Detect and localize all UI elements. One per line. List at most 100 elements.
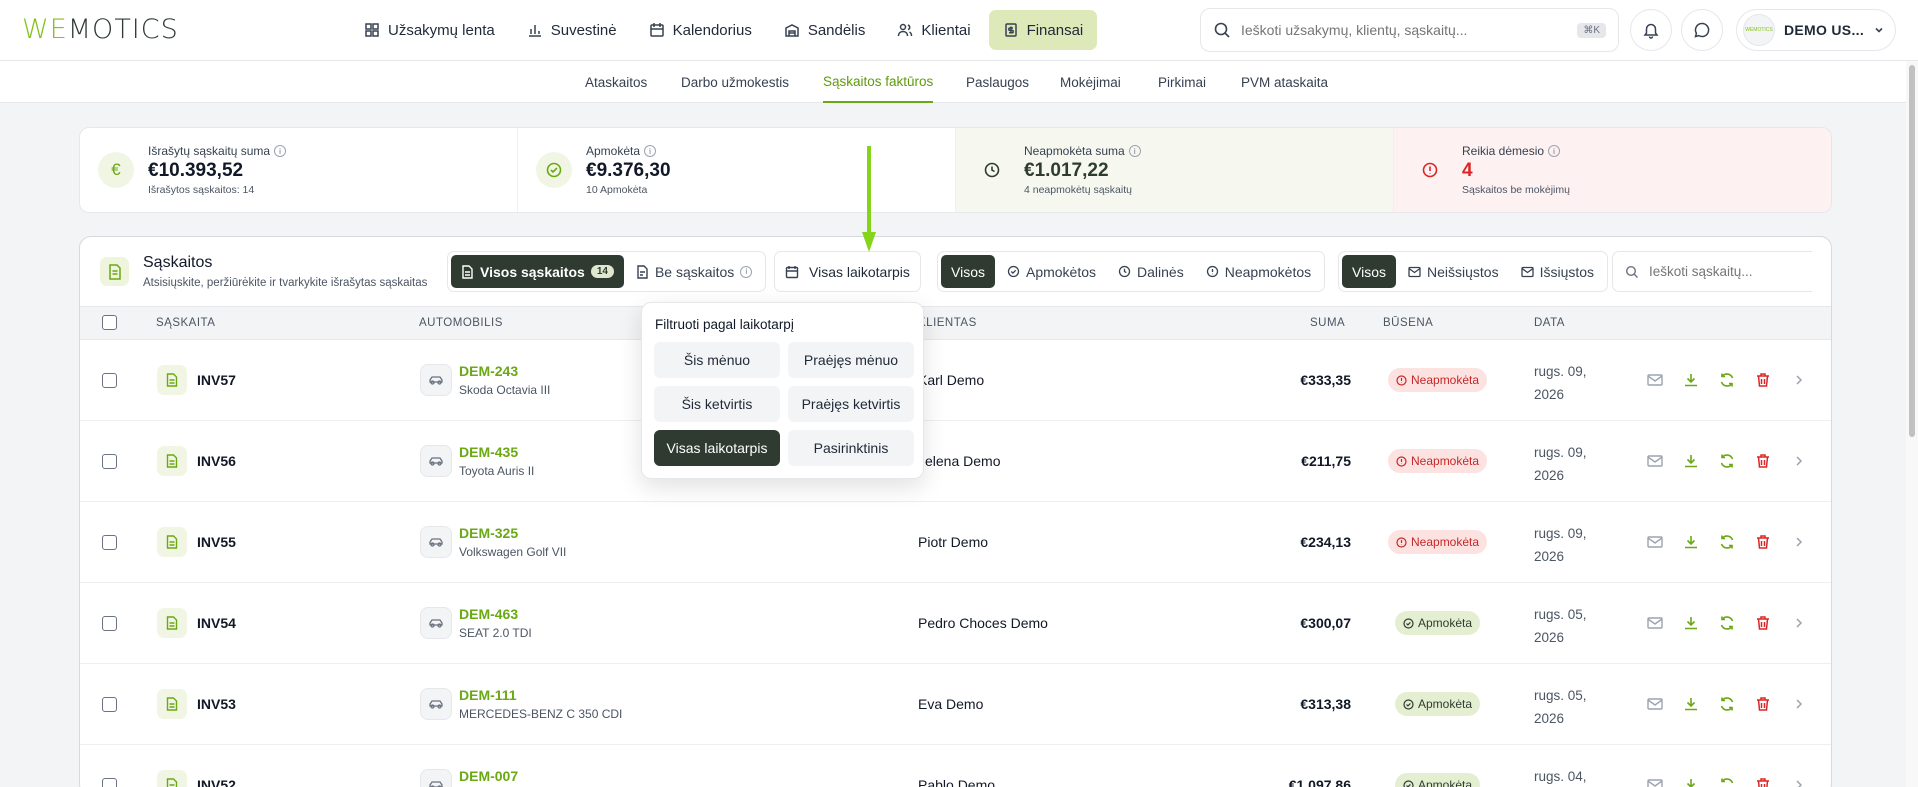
refresh-icon[interactable] [1718,533,1736,551]
invoice-number[interactable]: INV56 [197,453,236,469]
app-logo[interactable]: WEMOTICS [22,14,179,45]
global-search-input[interactable] [1241,22,1568,38]
chevron-right-icon[interactable] [1790,533,1808,551]
column-header[interactable]: KLIENTAS [918,317,977,329]
send-email-icon[interactable] [1646,533,1664,551]
send-email-icon[interactable] [1646,452,1664,470]
info-icon[interactable]: i [740,265,753,278]
download-icon[interactable] [1682,371,1700,389]
row-checkbox[interactable] [102,697,117,712]
download-icon[interactable] [1682,776,1700,787]
row-checkbox[interactable] [102,778,117,787]
trash-icon[interactable] [1754,452,1772,470]
chevron-right-icon[interactable] [1790,452,1808,470]
refresh-icon[interactable] [1718,776,1736,787]
refresh-icon[interactable] [1718,614,1736,632]
period-option-this-quarter[interactable]: Šis ketvirtis [654,386,780,422]
refresh-icon[interactable] [1718,371,1736,389]
nav-item-warehouse[interactable]: Sandėlis [770,10,880,50]
trash-icon[interactable] [1754,371,1772,389]
invoice-number[interactable]: INV54 [197,615,236,631]
select-all-checkbox[interactable] [102,315,117,330]
vehicle-plate[interactable]: DEM-435 [459,444,518,460]
table-row[interactable]: INV52 DEM-007 Pablo Demo €1.097,86 Apmok… [80,745,1831,787]
tab-payroll[interactable]: Darbo užmokestis [681,61,789,103]
invoice-number[interactable]: INV53 [197,696,236,712]
row-checkbox[interactable] [102,616,117,631]
period-option-last-quarter[interactable]: Praėjęs ketvirtis [788,386,914,422]
period-option-custom[interactable]: Pasirinktinis [788,430,914,466]
table-row[interactable]: INV57 DEM-243 Skoda Octavia III Karl Dem… [80,340,1831,421]
nav-item-clients[interactable]: Klientai [883,10,984,50]
client-name[interactable]: Eva Demo [918,696,983,712]
chevron-right-icon[interactable] [1790,776,1808,787]
trash-icon[interactable] [1754,695,1772,713]
send-filter-all[interactable]: Visos [1342,255,1396,288]
global-search[interactable]: ⌘K [1200,8,1619,52]
vehicle-plate[interactable]: DEM-111 [459,687,517,703]
vehicle-plate[interactable]: DEM-325 [459,525,518,541]
nav-item-summary[interactable]: Suvestinė [513,10,631,50]
client-name[interactable]: Karl Demo [918,372,984,388]
download-icon[interactable] [1682,614,1700,632]
payment-filter-paid[interactable]: Apmokėtos [997,255,1106,288]
invoice-number[interactable]: INV52 [197,777,236,787]
messages-button[interactable] [1681,9,1723,51]
send-filter-unsent[interactable]: Neišsiųstos [1398,255,1509,288]
period-option-all-time[interactable]: Visas laikotarpis [654,430,780,466]
send-email-icon[interactable] [1646,371,1664,389]
send-filter-sent[interactable]: Išsiųstos [1511,255,1604,288]
trash-icon[interactable] [1754,533,1772,551]
table-row[interactable]: INV53 DEM-111 MERCEDES-BENZ C 350 CDI Ev… [80,664,1831,745]
row-checkbox[interactable] [102,535,117,550]
nav-item-calendar[interactable]: Kalendorius [635,10,766,50]
payment-filter-partial[interactable]: Dalinės [1108,255,1194,288]
page-scrollbar[interactable] [1906,61,1918,787]
chevron-right-icon[interactable] [1790,371,1808,389]
column-header[interactable]: DATA [1534,317,1565,329]
period-filter-button[interactable]: Visas laikotarpis [774,251,921,292]
client-name[interactable]: Piotr Demo [918,534,988,550]
info-icon[interactable]: i [1128,145,1141,157]
tab-payments[interactable]: Mokėjimai [1060,61,1121,103]
filter-no-invoice[interactable]: Be sąskaitos i [626,255,762,288]
tab-purchases[interactable]: Pirkimai [1158,61,1206,103]
row-checkbox[interactable] [102,373,117,388]
tab-services[interactable]: Paslaugos [966,61,1029,103]
row-checkbox[interactable] [102,454,117,469]
scrollbar-thumb[interactable] [1909,65,1915,437]
tab-invoices[interactable]: Sąskaitos faktūros [823,61,934,103]
refresh-icon[interactable] [1718,695,1736,713]
info-icon[interactable]: i [274,145,287,157]
invoice-search[interactable] [1612,251,1812,292]
nav-item-order-board[interactable]: Užsakymų lenta [350,10,509,50]
invoice-search-input[interactable] [1649,264,1799,279]
client-name[interactable]: Pedro Choces Demo [918,615,1048,631]
filter-all-invoices[interactable]: Visos sąskaitos 14 [451,255,624,288]
send-email-icon[interactable] [1646,776,1664,787]
download-icon[interactable] [1682,533,1700,551]
download-icon[interactable] [1682,695,1700,713]
nav-item-finance[interactable]: Finansai [988,10,1098,50]
chevron-right-icon[interactable] [1790,614,1808,632]
trash-icon[interactable] [1754,776,1772,787]
table-row[interactable]: INV56 DEM-435 Toyota Auris II Jelena Dem… [80,421,1831,502]
period-option-this-month[interactable]: Šis mėnuo [654,342,780,378]
payment-filter-unpaid[interactable]: Neapmokėtos [1196,255,1321,288]
trash-icon[interactable] [1754,614,1772,632]
download-icon[interactable] [1682,452,1700,470]
refresh-icon[interactable] [1718,452,1736,470]
column-header[interactable]: BŪSENA [1383,317,1433,329]
column-header[interactable]: SUMA [1310,317,1345,329]
send-email-icon[interactable] [1646,695,1664,713]
client-name[interactable]: Pablo Demo [918,777,995,787]
tab-reports[interactable]: Ataskaitos [585,61,647,103]
send-email-icon[interactable] [1646,614,1664,632]
invoice-number[interactable]: INV55 [197,534,236,550]
table-row[interactable]: INV54 DEM-463 SEAT 2.0 TDI Pedro Choces … [80,583,1831,664]
notifications-button[interactable] [1630,9,1672,51]
period-option-last-month[interactable]: Praėjęs mėnuo [788,342,914,378]
table-row[interactable]: INV55 DEM-325 Volkswagen Golf VII Piotr … [80,502,1831,583]
invoice-number[interactable]: INV57 [197,372,236,388]
info-icon[interactable]: i [1548,145,1561,157]
